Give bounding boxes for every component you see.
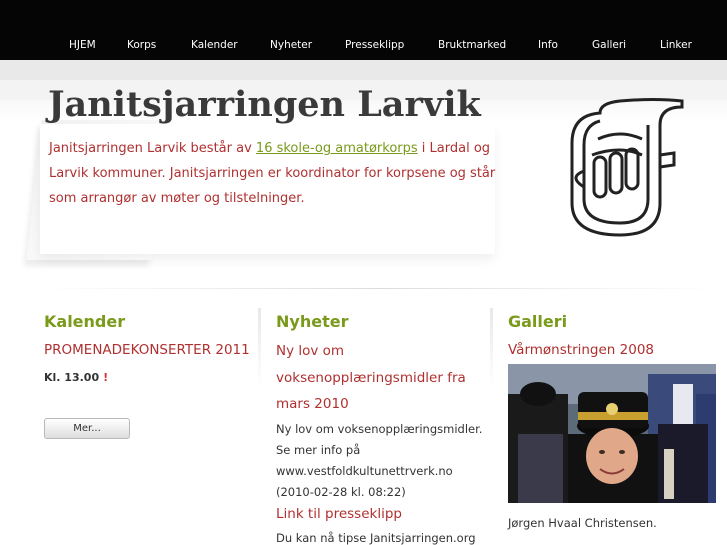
- intro-text-start: Janitsjarringen Larvik består av: [49, 141, 256, 156]
- nav-item-presseklipp[interactable]: Presseklipp: [345, 39, 404, 51]
- tuba-logo: [570, 98, 684, 237]
- gallery-photo[interactable]: [508, 364, 716, 503]
- nav-item-linker[interactable]: Linker: [660, 39, 692, 51]
- column-divider: [258, 308, 261, 388]
- nav-item-nyheter[interactable]: Nyheter: [270, 39, 312, 51]
- nav-item-hjem[interactable]: HJEM: [69, 39, 96, 51]
- more-button[interactable]: Mer...: [44, 418, 130, 439]
- calendar-heading: Kalender: [44, 312, 126, 331]
- intro-text: Janitsjarringen Larvik består av 16 skol…: [49, 136, 499, 211]
- alert-mark: !: [103, 371, 109, 384]
- top-nav-bar: HJEM Korps Kalender Nyheter Presseklipp …: [0, 0, 727, 60]
- news-heading: Nyheter: [276, 312, 349, 331]
- calendar-event-time: Kl. 13.00!: [44, 371, 108, 384]
- gallery-photo-caption: Jørgen Hvaal Christensen.: [508, 516, 657, 530]
- news-body: Ny lov om voksenopplæringsmidler. Se mer…: [276, 422, 483, 499]
- column-divider: [490, 308, 493, 388]
- calendar-event-link[interactable]: PROMENADEKONSERTER 2011: [44, 342, 250, 358]
- header-band: [0, 60, 727, 80]
- press-clip-link[interactable]: Link til presseklipp: [276, 506, 402, 522]
- nav-item-bruktmarked[interactable]: Bruktmarked: [438, 39, 506, 51]
- site-title: Janitsjarringen Larvik: [48, 84, 481, 125]
- gallery-album-link[interactable]: Vårmønstringen 2008: [508, 342, 654, 358]
- section-divider: [40, 288, 720, 289]
- member-bands-link[interactable]: 16 skole-og amatørkorps: [256, 141, 418, 156]
- nav-item-korps[interactable]: Korps: [127, 39, 156, 51]
- news-body-2: Du kan nå tipse Janitsjarringen.org: [276, 531, 476, 545]
- nav-item-galleri[interactable]: Galleri: [592, 39, 626, 51]
- event-time-text: Kl. 13.00: [44, 371, 100, 384]
- nav-item-info[interactable]: Info: [538, 39, 558, 51]
- news-headline-link[interactable]: Ny lov om voksenopplæringsmidler fra mar…: [276, 338, 481, 418]
- gallery-heading: Galleri: [508, 312, 568, 331]
- nav-item-kalender[interactable]: Kalender: [191, 39, 238, 51]
